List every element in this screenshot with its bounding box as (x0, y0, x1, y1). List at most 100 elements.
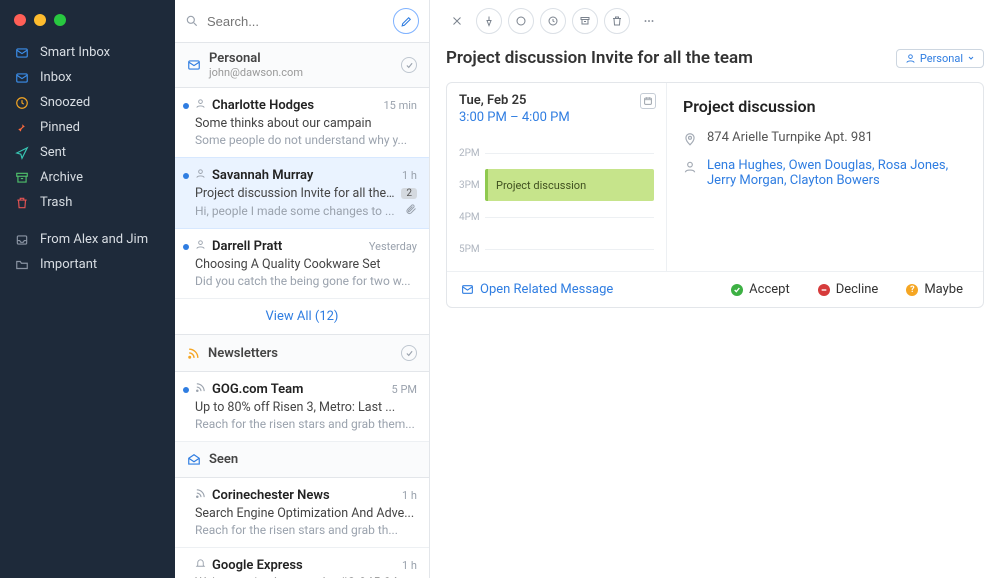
attachment-icon (405, 203, 417, 218)
message-item[interactable]: Darrell Pratt Yesterday Choosing A Quali… (175, 229, 429, 299)
sidebar-label: Trash (40, 195, 72, 210)
check-circle-icon[interactable] (401, 345, 417, 361)
search-input[interactable] (207, 14, 385, 29)
snooze-button[interactable] (540, 8, 566, 34)
unread-dot-icon (183, 103, 189, 109)
folder-icon (14, 258, 30, 272)
section-header-personal[interactable]: Personal john@dawson.com (175, 43, 429, 88)
section-header-newsletters[interactable]: Newsletters (175, 335, 429, 372)
message-subject: Choosing A Quality Cookware Set (195, 257, 417, 272)
message-preview: Hi, people I made some changes to ... (195, 203, 417, 218)
timeline: 2PM 3PM 4PM 5PM Project discussion (459, 137, 654, 265)
bell-icon (195, 558, 206, 573)
message-item[interactable]: GOG.com Team 5 PM Up to 80% off Risen 3,… (175, 372, 429, 442)
pin-button[interactable] (476, 8, 502, 34)
window-controls (0, 8, 175, 40)
message-item[interactable]: Charlotte Hodges 15 min Some thinks abou… (175, 88, 429, 158)
accept-label: Accept (749, 282, 790, 297)
event-location: 874 Arielle Turnpike Apt. 981 (707, 130, 873, 145)
invite-actions: Open Related Message Accept Decline ? Ma… (447, 271, 983, 307)
section-header-seen[interactable]: Seen (175, 442, 429, 478)
maybe-label: Maybe (924, 282, 963, 297)
message-preview: Reach for the risen stars and grab them.… (195, 417, 417, 431)
chevron-down-icon (967, 54, 975, 62)
mark-unread-button[interactable] (508, 8, 534, 34)
message-preview: Reach for the risen stars and grab th... (195, 523, 417, 537)
calendar-info-icon[interactable] (640, 93, 656, 109)
close-button[interactable] (444, 8, 470, 34)
rss-icon (195, 488, 206, 503)
event-block[interactable]: Project discussion (485, 169, 654, 201)
event-attendees[interactable]: Lena Hughes, Owen Douglas, Rosa Jones, J… (707, 158, 967, 188)
pin-icon (14, 121, 30, 135)
event-title: Project discussion (683, 97, 967, 116)
open-related-message-link[interactable]: Open Related Message (447, 272, 717, 307)
unread-dot-icon (183, 387, 189, 393)
maximize-window-icon[interactable] (54, 14, 66, 26)
message-subject: Some thinks about our campain (195, 116, 417, 131)
timeline-label: 4PM (459, 212, 485, 223)
archive-button[interactable] (572, 8, 598, 34)
sidebar-item-sent[interactable]: Sent (0, 140, 175, 165)
timeline-label: 5PM (459, 244, 485, 255)
sidebar-item-trash[interactable]: Trash (0, 190, 175, 215)
accept-button[interactable]: Accept (717, 272, 804, 307)
more-button[interactable] (636, 8, 662, 34)
sidebar-label: From Alex and Jim (40, 232, 148, 247)
person-icon (195, 239, 206, 254)
decline-label: Decline (836, 282, 879, 297)
message-subject: Project discussion Invite for all the te… (195, 186, 417, 201)
message-time: 1 h (402, 169, 417, 182)
timeline-label: 2PM (459, 148, 485, 159)
event-details-column: Project discussion 874 Arielle Turnpike … (667, 83, 983, 271)
unread-dot-icon (183, 244, 189, 250)
envelope-icon (461, 283, 474, 296)
calendar-invite-card: Tue, Feb 25 3:00 PM – 4:00 PM 2PM 3PM 4P… (446, 82, 984, 308)
calendar-column: Tue, Feb 25 3:00 PM – 4:00 PM 2PM 3PM 4P… (447, 83, 667, 271)
message-item[interactable]: Google Express 1 h We've received your o… (175, 548, 429, 578)
delete-button[interactable] (604, 8, 630, 34)
sidebar: Smart Inbox Inbox Snoozed Pinned Sent Ar… (0, 0, 175, 578)
message-item[interactable]: Savannah Murray 1 h Project discussion I… (175, 157, 429, 229)
message-item[interactable]: Corinechester News 1 h Search Engine Opt… (175, 478, 429, 548)
sidebar-item-important[interactable]: Important (0, 252, 175, 277)
message-time: 5 PM (392, 383, 417, 396)
detail-pane: Project discussion Invite for all the te… (430, 0, 1000, 578)
section-name: Personal (209, 51, 401, 66)
minimize-window-icon[interactable] (34, 14, 46, 26)
folder-badge[interactable]: Personal (896, 49, 984, 68)
message-sender: Charlotte Hodges (212, 98, 378, 113)
message-subject: Search Engine Optimization And Adve... (195, 506, 417, 521)
message-time: Yesterday (369, 240, 417, 253)
timeline-label: 3PM (459, 180, 485, 191)
inbox-icon (14, 71, 30, 85)
message-time: 15 min (384, 99, 418, 112)
close-window-icon[interactable] (14, 14, 26, 26)
sidebar-item-inbox[interactable]: Inbox (0, 65, 175, 90)
sidebar-item-pinned[interactable]: Pinned (0, 115, 175, 140)
compose-button[interactable] (393, 8, 419, 34)
section-name: Seen (209, 452, 417, 467)
maybe-icon: ? (906, 284, 918, 296)
sidebar-item-from-alex-jim[interactable]: From Alex and Jim (0, 227, 175, 252)
view-all-link[interactable]: View All (12) (175, 299, 429, 335)
rss-icon (187, 347, 200, 360)
check-circle-icon[interactable] (401, 57, 417, 73)
sidebar-label: Inbox (40, 70, 72, 85)
clock-icon (14, 96, 30, 110)
decline-button[interactable]: Decline (804, 272, 893, 307)
rss-icon (195, 382, 206, 397)
sidebar-item-archive[interactable]: Archive (0, 165, 175, 190)
person-icon (905, 53, 916, 64)
person-icon (195, 168, 206, 183)
maybe-button[interactable]: ? Maybe (892, 272, 977, 307)
thread-count-badge: 2 (401, 188, 417, 199)
event-time-range: 3:00 PM – 4:00 PM (459, 110, 654, 125)
smart-inbox-icon (14, 46, 30, 60)
sent-icon (14, 146, 30, 160)
sidebar-label: Sent (40, 145, 66, 160)
trash-icon (14, 196, 30, 210)
sidebar-item-snoozed[interactable]: Snoozed (0, 90, 175, 115)
sidebar-item-smart-inbox[interactable]: Smart Inbox (0, 40, 175, 65)
sidebar-label: Archive (40, 170, 83, 185)
